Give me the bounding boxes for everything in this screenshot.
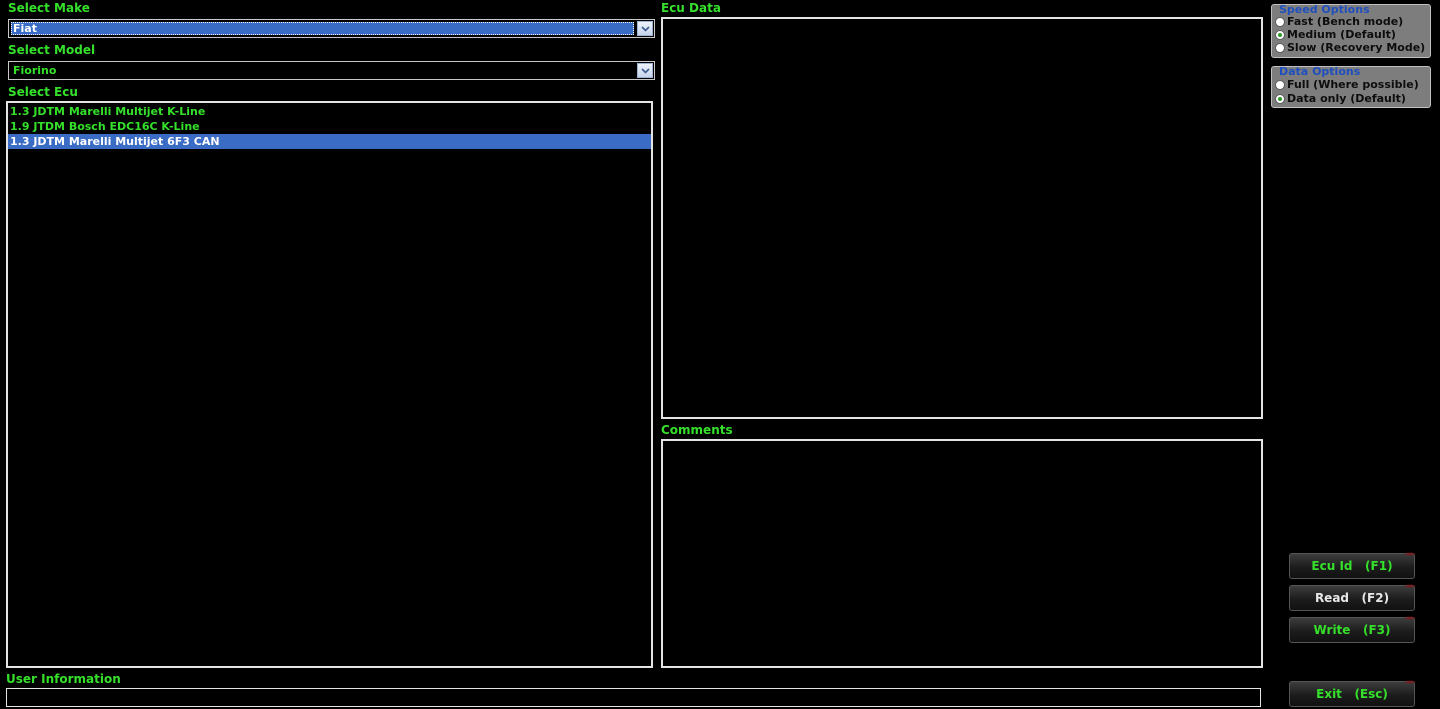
data-option-full-label: Full (Where possible) [1287, 78, 1419, 91]
exit-button[interactable]: Exit (Esc) [1289, 680, 1417, 707]
ecu-list-item[interactable]: 1.3 JDTM Marelli Multijet K-Line [8, 104, 651, 119]
read-button[interactable]: Read (F2) [1289, 584, 1417, 611]
speed-option-medium[interactable]: Medium (Default) [1275, 28, 1396, 41]
data-option-data-only-label: Data only (Default) [1287, 92, 1406, 105]
ecu-data-panel[interactable] [661, 17, 1263, 419]
data-option-data-only[interactable]: Data only (Default) [1275, 92, 1406, 105]
data-option-full[interactable]: Full (Where possible) [1275, 78, 1419, 91]
radio-icon [1275, 79, 1285, 90]
make-dropdown-value: Fiat [11, 22, 634, 35]
chevron-down-icon [640, 25, 650, 32]
model-dropdown-value: Fiorino [13, 64, 57, 77]
make-dropdown[interactable]: Fiat [8, 19, 655, 38]
make-dropdown-button[interactable] [637, 21, 653, 36]
write-button[interactable]: Write (F3) [1289, 616, 1417, 643]
speed-option-fast-label: Fast (Bench mode) [1287, 15, 1404, 28]
select-make-label: Select Make [8, 1, 90, 15]
chevron-down-icon [640, 67, 650, 74]
data-options-group: Data Options Full (Where possible) Data … [1271, 65, 1431, 108]
speed-options-group: Speed Options Fast (Bench mode) Medium (… [1271, 3, 1431, 58]
comments-panel[interactable] [661, 439, 1263, 668]
data-options-title: Data Options [1279, 65, 1361, 78]
model-dropdown-button[interactable] [637, 63, 653, 78]
speed-option-slow[interactable]: Slow (Recovery Mode) [1275, 41, 1425, 54]
model-dropdown[interactable]: Fiorino [8, 61, 655, 80]
user-information-field [6, 688, 1261, 707]
speed-option-slow-label: Slow (Recovery Mode) [1287, 41, 1426, 54]
radio-icon [1275, 16, 1285, 27]
ecu-list-item[interactable]: 1.9 JTDM Bosch EDC16C K-Line [8, 119, 651, 134]
ecu-list[interactable]: 1.3 JDTM Marelli Multijet K-Line 1.9 JTD… [6, 101, 653, 668]
speed-option-medium-label: Medium (Default) [1287, 28, 1396, 41]
select-model-label: Select Model [8, 43, 96, 57]
comments-label: Comments [661, 423, 733, 437]
ecu-tool-window: Select Make Fiat Select Model Fiorino Se… [0, 0, 1440, 709]
user-information-label: User Information [6, 672, 121, 686]
ecu-id-button[interactable]: Ecu Id (F1) [1289, 552, 1417, 579]
radio-selected-icon [1275, 29, 1285, 40]
speed-option-fast[interactable]: Fast (Bench mode) [1275, 15, 1403, 28]
ecu-data-label: Ecu Data [661, 1, 721, 15]
ecu-list-item-selected[interactable]: 1.3 JDTM Marelli Multijet 6F3 CAN [8, 134, 651, 149]
radio-icon [1275, 42, 1285, 53]
select-ecu-label: Select Ecu [8, 85, 78, 99]
radio-selected-icon [1275, 93, 1285, 104]
